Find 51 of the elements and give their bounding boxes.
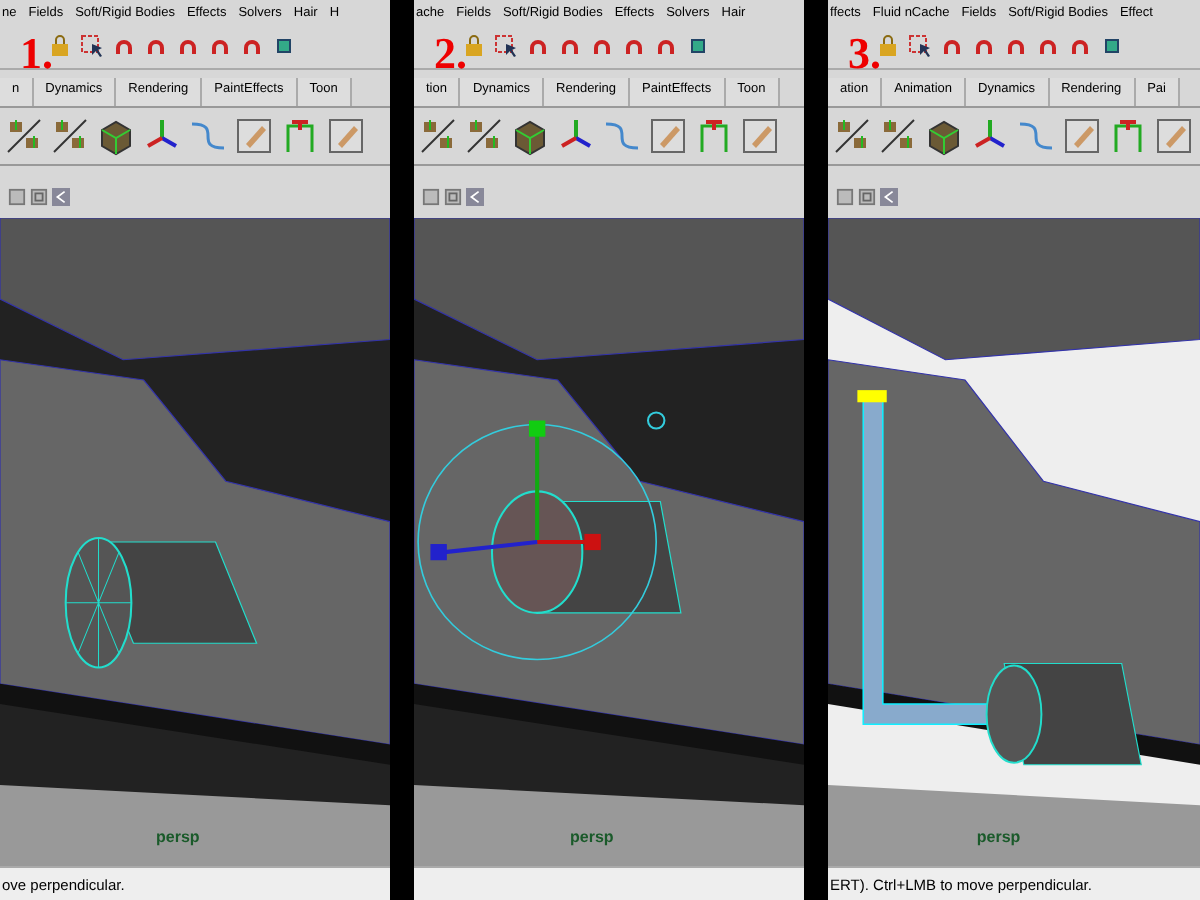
select-icon[interactable]: [494, 34, 518, 58]
magnet-icon[interactable]: [1036, 34, 1060, 58]
deformer-icon[interactable]: [464, 116, 504, 156]
magnet-icon[interactable]: [208, 34, 232, 58]
magnet-icon[interactable]: [1004, 34, 1028, 58]
magnet-icon[interactable]: [654, 34, 678, 58]
cube-icon[interactable]: [510, 116, 550, 156]
magnet-icon[interactable]: [972, 34, 996, 58]
pencil-icon[interactable]: [1154, 116, 1194, 156]
share-icon[interactable]: [880, 187, 898, 205]
cube-icon[interactable]: [96, 116, 136, 156]
step-number: 1.: [20, 28, 53, 80]
step-number: 3.: [848, 28, 881, 80]
step-number: 2.: [434, 28, 467, 80]
camera-label: persp: [976, 828, 1021, 846]
pencil-icon[interactable]: [740, 116, 780, 156]
deformer-icon[interactable]: [832, 116, 872, 156]
magnet-icon[interactable]: [1068, 34, 1092, 58]
camera-label: persp: [156, 828, 200, 846]
select-icon[interactable]: [80, 34, 104, 58]
pencil-icon[interactable]: [326, 116, 366, 156]
lock-icon[interactable]: [876, 34, 900, 58]
pencil-icon[interactable]: [648, 116, 688, 156]
share-icon[interactable]: [52, 187, 70, 205]
share-icon[interactable]: [466, 187, 484, 205]
frame-icon[interactable]: [444, 187, 462, 205]
select-icon[interactable]: [908, 34, 932, 58]
magnet-icon[interactable]: [144, 34, 168, 58]
box-icon[interactable]: [272, 34, 296, 58]
magnet-icon[interactable]: [176, 34, 200, 58]
cube-icon[interactable]: [924, 116, 964, 156]
deformer-icon[interactable]: [50, 116, 90, 156]
box-icon[interactable]: [1100, 34, 1124, 58]
magnet-icon[interactable]: [590, 34, 614, 58]
frame-icon[interactable]: [30, 187, 48, 205]
pencil-icon[interactable]: [234, 116, 274, 156]
deformer-icon[interactable]: [4, 116, 44, 156]
magnet-icon[interactable]: [940, 34, 964, 58]
magnet-icon[interactable]: [558, 34, 582, 58]
camera-label: persp: [570, 828, 614, 846]
deformer-icon[interactable]: [878, 116, 918, 156]
deformer-icon[interactable]: [418, 116, 458, 156]
pencil-icon[interactable]: [1062, 116, 1102, 156]
magnet-icon[interactable]: [622, 34, 646, 58]
box-icon[interactable]: [686, 34, 710, 58]
magnet-icon[interactable]: [240, 34, 264, 58]
lock-icon[interactable]: [48, 34, 72, 58]
frame-icon[interactable]: [858, 187, 876, 205]
magnet-icon[interactable]: [112, 34, 136, 58]
lock-icon[interactable]: [462, 34, 486, 58]
magnet-icon[interactable]: [526, 34, 550, 58]
